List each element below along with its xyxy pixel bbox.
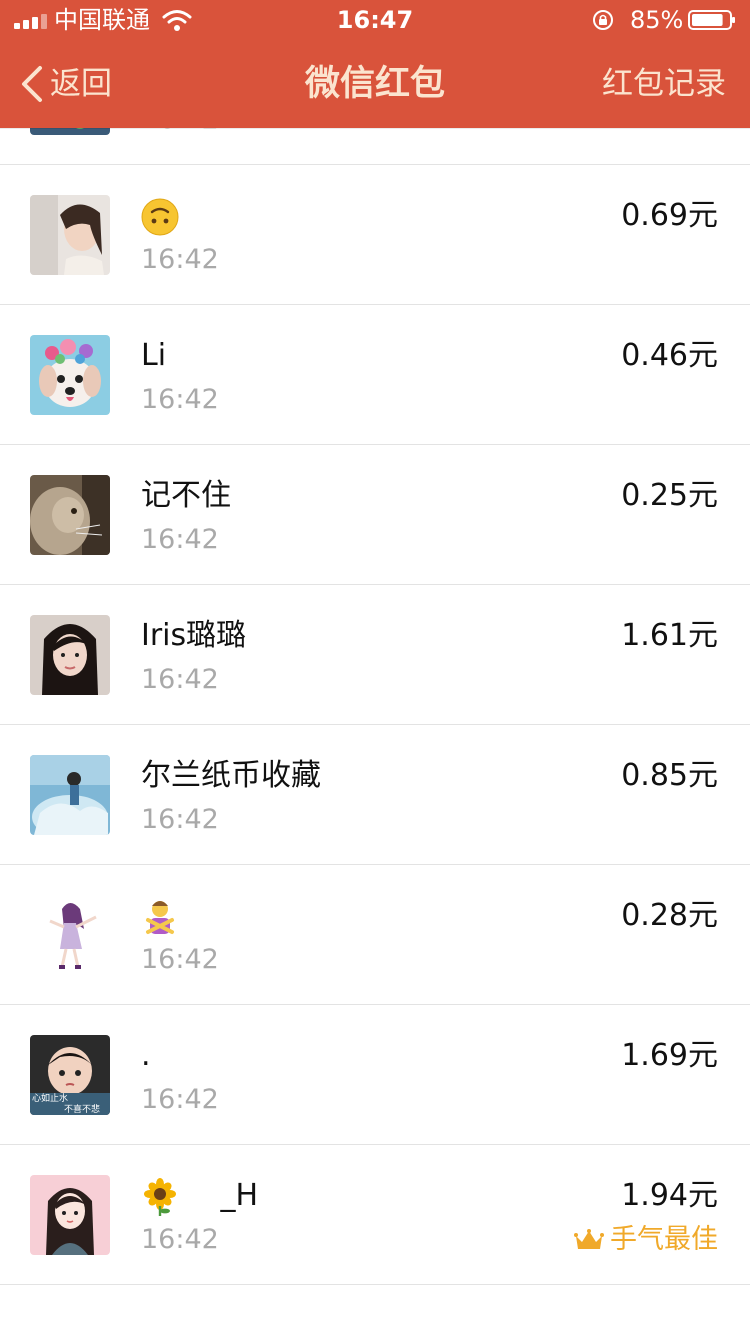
avatar-caption-2: 不喜不悲 <box>64 1103 100 1115</box>
battery-percent: 85% <box>630 6 684 34</box>
battery-fill <box>692 14 723 26</box>
amount: 0.85元 <box>621 758 718 793</box>
amount: 0.46元 <box>621 338 718 373</box>
claim-time: 16:42 <box>141 244 219 275</box>
red-packet-list[interactable]: 16:42 16:42 0.69元 Li 16:42 0.46元 <box>0 25 750 1285</box>
avatar[interactable] <box>30 895 110 975</box>
amount: 0.28元 <box>621 898 718 933</box>
battery-icon <box>688 10 735 30</box>
avatar-caption-1: 心如止水 <box>32 1092 68 1104</box>
sender-name <box>141 896 179 936</box>
amount: 1.61元 <box>621 618 718 653</box>
list-item[interactable]: 16:42 0.69元 <box>0 165 750 305</box>
avatar[interactable] <box>30 615 110 695</box>
avatar[interactable]: 心如止水 不喜不悲 <box>30 1035 110 1115</box>
list-item[interactable]: Iris璐璐 16:42 1.61元 <box>0 585 750 725</box>
claim-time: 16:42 <box>141 384 219 415</box>
person-gesturing-no-icon <box>141 898 179 934</box>
claim-time: 16:42 <box>141 1084 219 1115</box>
upside-down-face-icon <box>141 198 179 235</box>
sender-name: . <box>141 1038 151 1073</box>
status-bar: 中国联通 16:47 85% <box>0 0 750 40</box>
nav-bar: 返回 微信红包 红包记录 <box>0 40 750 128</box>
best-luck-badge: 手气最佳 <box>574 1223 718 1257</box>
claim-time: 16:42 <box>141 944 219 975</box>
list-item[interactable]: 记不住 16:42 0.25元 <box>0 445 750 585</box>
sender-name: 记不住 <box>141 478 231 513</box>
rotation-lock-icon <box>593 10 613 30</box>
avatar[interactable] <box>30 755 110 835</box>
sender-name-text: _H <box>220 1178 259 1213</box>
sender-name: Li <box>141 338 167 373</box>
sender-name <box>141 196 179 236</box>
amount: 1.94元 <box>621 1178 718 1213</box>
list-item[interactable]: 16:42 0.28元 <box>0 865 750 1005</box>
list-item[interactable]: Li 16:42 0.46元 <box>0 305 750 445</box>
crown-icon <box>574 1229 604 1249</box>
claim-time: 16:42 <box>141 524 219 555</box>
list-item[interactable]: 尔兰纸币收藏 16:42 0.85元 <box>0 725 750 865</box>
header: 中国联通 16:47 85% 返回 微信红包 红包记录 <box>0 0 750 128</box>
sunflower-icon <box>141 1177 189 1216</box>
avatar[interactable] <box>30 335 110 415</box>
amount: 0.25元 <box>621 478 718 513</box>
list-item[interactable]: 心如止水 不喜不悲 . 16:42 1.69元 <box>0 1005 750 1145</box>
red-packet-records-button[interactable]: 红包记录 <box>602 62 726 106</box>
amount: 1.69元 <box>621 1038 718 1073</box>
sender-name: _H <box>141 1176 258 1216</box>
screen: 16:42 16:42 0.69元 Li 16:42 0.46元 <box>0 0 750 1334</box>
claim-time: 16:42 <box>141 804 219 835</box>
avatar[interactable] <box>30 1175 110 1255</box>
claim-time: 16:42 <box>141 664 219 695</box>
sender-name: Iris璐璐 <box>141 618 247 653</box>
avatar[interactable] <box>30 195 110 275</box>
list-item[interactable]: _H 16:42 1.94元 手气最佳 <box>0 1145 750 1285</box>
best-luck-label: 手气最佳 <box>610 1224 718 1255</box>
amount: 0.69元 <box>621 198 718 233</box>
avatar[interactable] <box>30 475 110 555</box>
claim-time: 16:42 <box>141 1224 219 1255</box>
sender-name: 尔兰纸币收藏 <box>141 758 321 793</box>
